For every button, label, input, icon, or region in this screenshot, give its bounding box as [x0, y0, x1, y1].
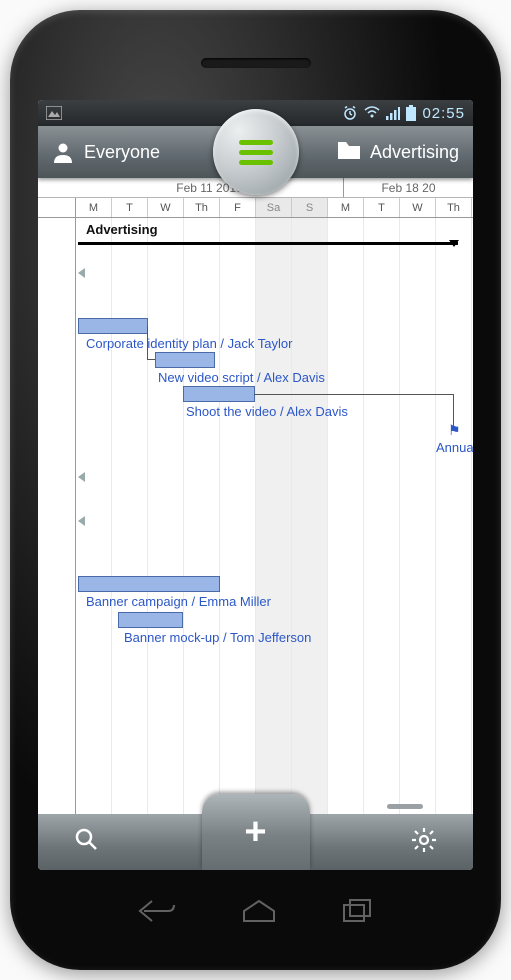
day-col: Th [184, 198, 220, 217]
header-project-label: Advertising [370, 142, 459, 163]
day-col: S [292, 198, 328, 217]
settings-button[interactable] [411, 827, 437, 858]
day-col: T [112, 198, 148, 217]
collapse-arrow-icon[interactable] [78, 268, 85, 278]
header-user-label: Everyone [84, 142, 160, 163]
home-button[interactable] [240, 898, 278, 930]
picture-icon [46, 106, 62, 120]
day-col: W [148, 198, 184, 217]
gantt-task-label[interactable]: Shoot the video / Alex Davis [186, 404, 348, 419]
group-summary-bar [78, 242, 458, 245]
gantt-task-bar[interactable] [155, 352, 215, 368]
gantt-task-bar[interactable] [118, 612, 183, 628]
wifi-icon [364, 106, 380, 120]
android-nav-bar [106, 898, 406, 930]
plus-icon [244, 811, 266, 854]
header-project-filter[interactable]: Advertising [338, 141, 459, 163]
person-icon [52, 141, 74, 163]
week-label-next: Feb 18 20 [343, 178, 473, 197]
view-toggle-knob[interactable] [213, 109, 299, 195]
milestone-flag-icon[interactable]: ⚑ [448, 422, 461, 439]
gantt-task-label[interactable]: New video script / Alex Davis [158, 370, 325, 385]
day-col: Sa [256, 198, 292, 217]
phone-speaker [201, 58, 311, 68]
recent-apps-button[interactable] [342, 898, 374, 930]
gantt-task-bar[interactable] [78, 318, 148, 334]
signal-icon [386, 106, 400, 120]
bottom-toolbar [38, 814, 473, 870]
alarm-icon [342, 105, 358, 121]
week-label-current: Feb 11 2013 [76, 178, 343, 197]
collapse-arrow-icon[interactable] [78, 472, 85, 482]
screen: 02:55 Everyone Advertising Feb [38, 100, 473, 870]
status-clock: 02:55 [422, 105, 465, 122]
day-col: M [328, 198, 364, 217]
day-col: F [220, 198, 256, 217]
scroll-indicator [387, 804, 423, 809]
app-header: Everyone Advertising [38, 126, 473, 178]
menu-bars-icon [239, 140, 273, 165]
search-button[interactable] [74, 827, 100, 858]
phone-frame: 02:55 Everyone Advertising Feb [10, 10, 501, 970]
gantt-row-header-column [38, 218, 76, 814]
day-col: T [364, 198, 400, 217]
day-header-row: M T W Th F Sa S M T W Th [38, 198, 473, 218]
day-col: M [76, 198, 112, 217]
group-title[interactable]: Advertising [86, 222, 158, 237]
day-col: W [400, 198, 436, 217]
gantt-task-bar[interactable] [78, 576, 220, 592]
gantt-task-label[interactable]: Banner mock-up / Tom Jefferson [124, 630, 311, 645]
gantt-chart[interactable]: Advertising Corporate identity plan / Ja… [38, 218, 473, 814]
gantt-task-label[interactable]: Corporate identity plan / Jack Taylor [86, 336, 292, 351]
battery-icon [406, 105, 416, 121]
gantt-task-bar[interactable] [183, 386, 255, 402]
header-user-filter[interactable]: Everyone [52, 141, 160, 163]
gantt-task-label[interactable]: Annual Con [436, 440, 473, 455]
back-button[interactable] [138, 898, 176, 930]
folder-icon [338, 141, 360, 163]
add-button[interactable] [202, 794, 310, 870]
gantt-task-label[interactable]: Banner campaign / Emma Miller [86, 594, 271, 609]
collapse-arrow-icon[interactable] [78, 516, 85, 526]
day-col: Th [436, 198, 472, 217]
